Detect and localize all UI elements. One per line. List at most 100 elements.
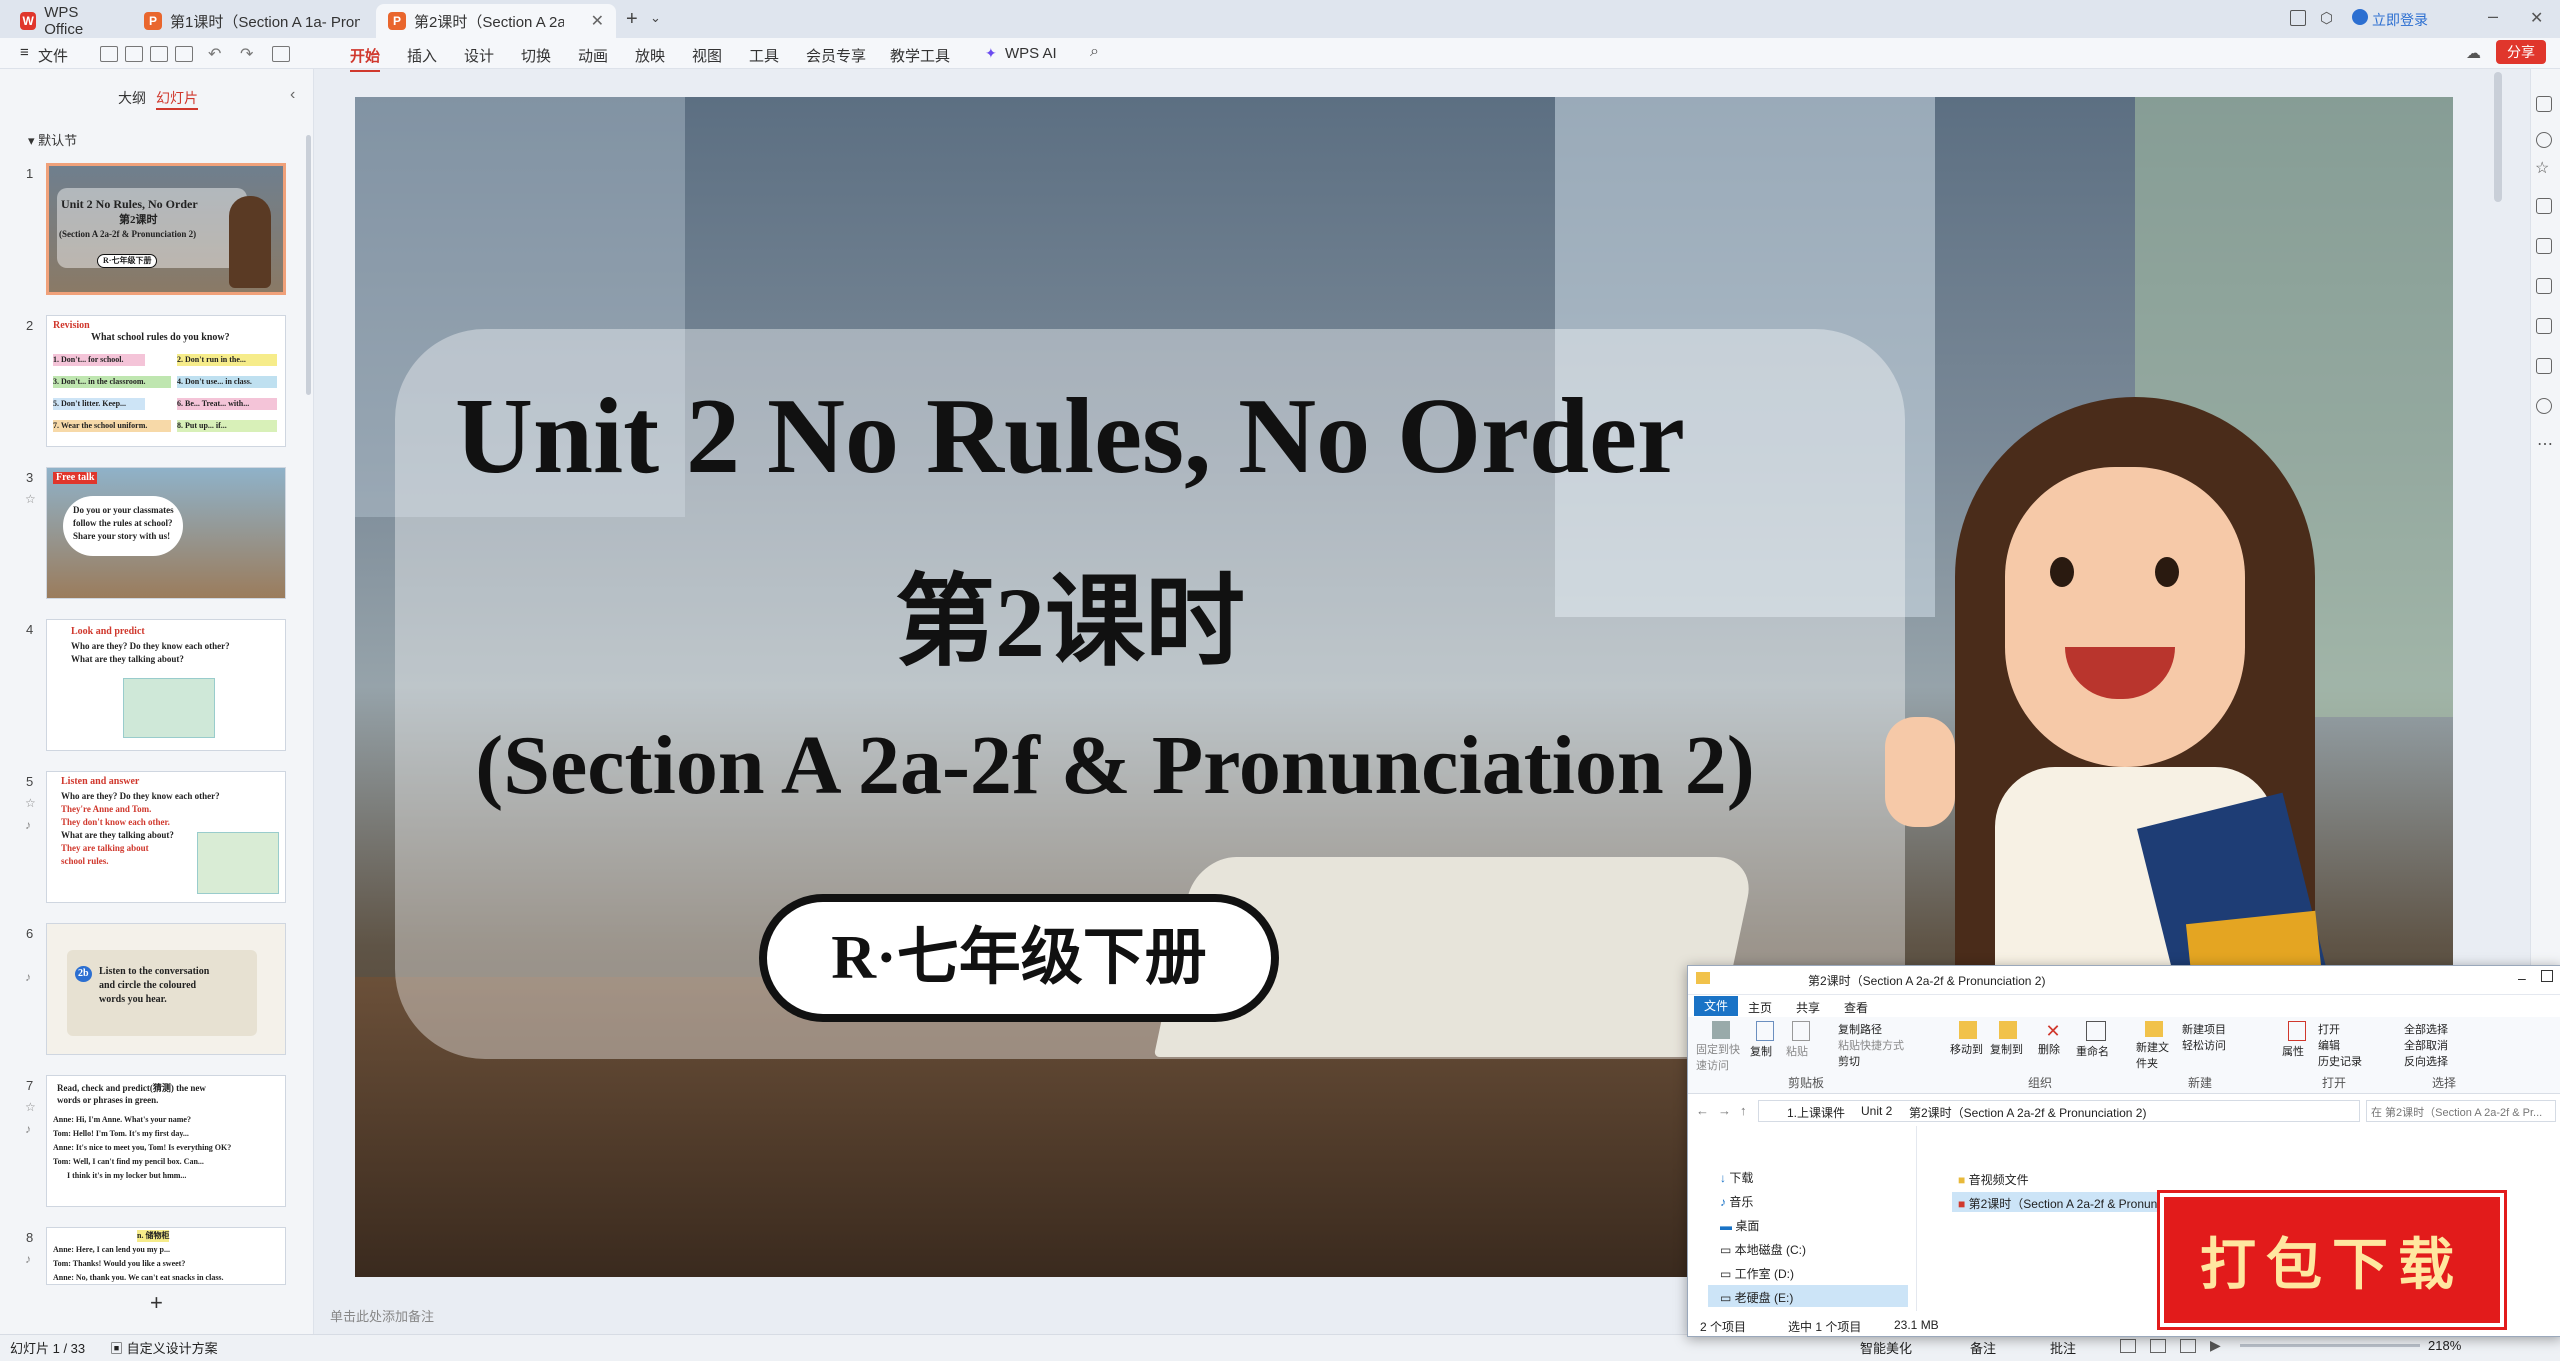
audio-icon[interactable]: ♪ (25, 818, 31, 832)
normal-view-icon[interactable] (2120, 1339, 2136, 1353)
new-item-button[interactable]: 新建项目 (2182, 1021, 2226, 1037)
pin-button[interactable]: 固定到快速访问 (1696, 1021, 1746, 1073)
tab-transition[interactable]: 切换 (521, 45, 551, 66)
comments-button[interactable]: 批注 (2050, 1338, 2076, 1357)
tab-insert[interactable]: 插入 (407, 45, 437, 66)
notes-button[interactable]: 备注 (1970, 1338, 1996, 1357)
tab-animation[interactable]: 动画 (578, 45, 608, 66)
paste-shortcut-button[interactable]: 粘贴快捷方式 (1838, 1037, 1904, 1053)
redo-icon[interactable]: ↷ (240, 44, 253, 64)
help-icon[interactable] (2536, 398, 2552, 414)
star-icon[interactable]: ☆ (25, 796, 36, 810)
cut-button[interactable]: 剪切 (1838, 1053, 1860, 1069)
copy-to-button[interactable]: 复制到 (1990, 1021, 2026, 1057)
slide-thumb-7[interactable]: Read, check and predict(猜测) the new word… (46, 1075, 286, 1207)
audio-icon[interactable]: ♪ (25, 1122, 31, 1136)
slide-title[interactable]: Unit 2 No Rules, No Order (420, 375, 1720, 499)
address-bar[interactable]: 1.上课课件 Unit 2 第2课时（Section A 2a-2f & Pro… (1758, 1100, 2360, 1122)
slide-thumb-2[interactable]: Revision What school rules do you know? … (46, 315, 286, 447)
file-menu[interactable]: 文件 (38, 45, 68, 66)
undo-icon[interactable]: ↶ (208, 44, 221, 64)
brush-icon[interactable] (2536, 238, 2552, 254)
tab-wps-office[interactable]: W WPS Office (8, 4, 126, 38)
shape-icon[interactable] (2536, 132, 2552, 148)
cube-icon[interactable]: ⬡ (2320, 9, 2333, 27)
minimize-icon[interactable]: – (2488, 6, 2498, 27)
forward-icon[interactable]: → (1718, 1103, 1731, 1118)
back-icon[interactable]: ← (1696, 1103, 1709, 1118)
audio-icon[interactable]: ♪ (25, 970, 31, 984)
play-icon[interactable]: ▶ (2210, 1337, 2221, 1354)
design-scheme[interactable]: ▣ 自定义设计方案 (110, 1338, 218, 1357)
share-button[interactable]: 分享 (2496, 40, 2546, 64)
nav-drive-d[interactable]: ▭ 工作室 (D:) (1720, 1265, 1794, 1282)
tab-view[interactable]: 视图 (692, 45, 722, 66)
move-to-button[interactable]: 移动到 (1950, 1021, 1986, 1057)
notes-input[interactable]: 单击此处添加备注 (330, 1306, 434, 1325)
nav-drive-c[interactable]: ▭ 本地磁盘 (C:) (1720, 1241, 1806, 1258)
wrench-icon[interactable] (2536, 278, 2552, 294)
select-none-button[interactable]: 全部取消 (2404, 1037, 2448, 1053)
star-icon[interactable]: ☆ (2535, 158, 2549, 178)
copy-icon[interactable] (2536, 198, 2552, 214)
nav-downloads[interactable]: ↓ 下载 (1720, 1169, 1753, 1186)
file-item-media[interactable]: ■ 音视频文件 (1958, 1171, 2029, 1188)
reading-view-icon[interactable] (2180, 1339, 2196, 1353)
device-icon[interactable] (2536, 358, 2552, 374)
star-icon[interactable]: ☆ (25, 1100, 36, 1114)
panel-icon[interactable] (2536, 96, 2552, 112)
avatar[interactable] (2352, 9, 2368, 25)
tab-tools[interactable]: 工具 (749, 45, 779, 66)
wps-ai-button[interactable]: WPS AI (1005, 45, 1057, 62)
slide-thumb-5[interactable]: Listen and answer Who are they? Do they … (46, 771, 286, 903)
tab-slides[interactable]: 幻灯片 (156, 88, 198, 110)
properties-button[interactable]: 属性 (2282, 1021, 2312, 1059)
tab-design[interactable]: 设计 (464, 45, 494, 66)
minimize-icon[interactable]: – (2518, 970, 2526, 986)
slide-thumb-4[interactable]: Look and predict Who are they? Do they k… (46, 619, 286, 751)
tab-lesson-2[interactable]: P 第2课时（Section A 2a-2f & ✕ (376, 4, 616, 38)
grid-view-icon[interactable] (2150, 1339, 2166, 1353)
grade-pill[interactable]: R·七年级下册 (759, 894, 1279, 1022)
chevron-down-icon[interactable]: ⌄ (650, 10, 661, 26)
add-slide-button[interactable]: + (150, 1290, 163, 1316)
format-painter-icon[interactable] (272, 46, 290, 62)
close-tab-icon[interactable]: ✕ (591, 11, 604, 31)
file-item-pptx[interactable]: ■ 第2课时（Section A 2a-2f & Pronun (1958, 1195, 2157, 1212)
maximize-icon[interactable] (2541, 970, 2553, 982)
slide-thumb-8[interactable]: n. 储物柜 Anne: Here, I can lend you my p..… (46, 1227, 286, 1285)
tab-outline[interactable]: 大纲 (118, 88, 146, 108)
panel-scrollbar[interactable] (306, 135, 311, 395)
copy-path-button[interactable]: 复制路径 (1838, 1021, 1882, 1037)
ribbon-tab-home[interactable]: 主页 (1748, 999, 1772, 1016)
search-icon[interactable]: ⌕ (1090, 43, 1099, 61)
new-folder-button[interactable]: 新建文件夹 (2136, 1021, 2172, 1071)
new-tab-icon[interactable]: + (626, 8, 638, 31)
slide-thumb-3[interactable]: Free talk Do you or your classmates foll… (46, 467, 286, 599)
invert-selection-button[interactable]: 反向选择 (2404, 1053, 2448, 1069)
tab-slideshow[interactable]: 放映 (635, 45, 665, 66)
history-button[interactable]: 历史记录 (2318, 1053, 2362, 1069)
star-icon[interactable]: ☆ (25, 492, 36, 506)
tab-lesson-1[interactable]: P 第1课时（Section A 1a- Pronunciati (132, 4, 372, 38)
zoom-slider[interactable] (2240, 1344, 2420, 1347)
open-button[interactable]: 打开 (2318, 1021, 2340, 1037)
nav-music[interactable]: ♪ 音乐 (1720, 1193, 1753, 1210)
print-icon[interactable] (150, 46, 168, 62)
delete-button[interactable]: ✕ 删除 (2038, 1021, 2068, 1057)
audio-icon[interactable]: ♪ (25, 1252, 31, 1266)
search-box[interactable]: 在 第2课时（Section A 2a-2f & Pr... (2366, 1100, 2556, 1122)
save-icon[interactable] (100, 46, 118, 62)
login-link[interactable]: 立即登录 (2372, 10, 2428, 30)
cloud-sync-icon[interactable]: ☁ (2466, 44, 2481, 62)
export-icon[interactable] (125, 46, 143, 62)
select-all-button[interactable]: 全部选择 (2404, 1021, 2448, 1037)
rename-button[interactable]: 重命名 (2076, 1021, 2116, 1059)
ribbon-tab-view[interactable]: 查看 (1844, 999, 1868, 1016)
paste-button[interactable]: 粘贴 (1786, 1021, 1816, 1059)
up-icon[interactable]: ↑ (1740, 1103, 1747, 1118)
close-window-icon[interactable]: ✕ (2530, 8, 2543, 28)
tab-teaching-tools[interactable]: 教学工具 (890, 45, 950, 66)
slide-lesson[interactable]: 第2课时 (620, 540, 1520, 685)
tab-member[interactable]: 会员专享 (806, 45, 866, 66)
